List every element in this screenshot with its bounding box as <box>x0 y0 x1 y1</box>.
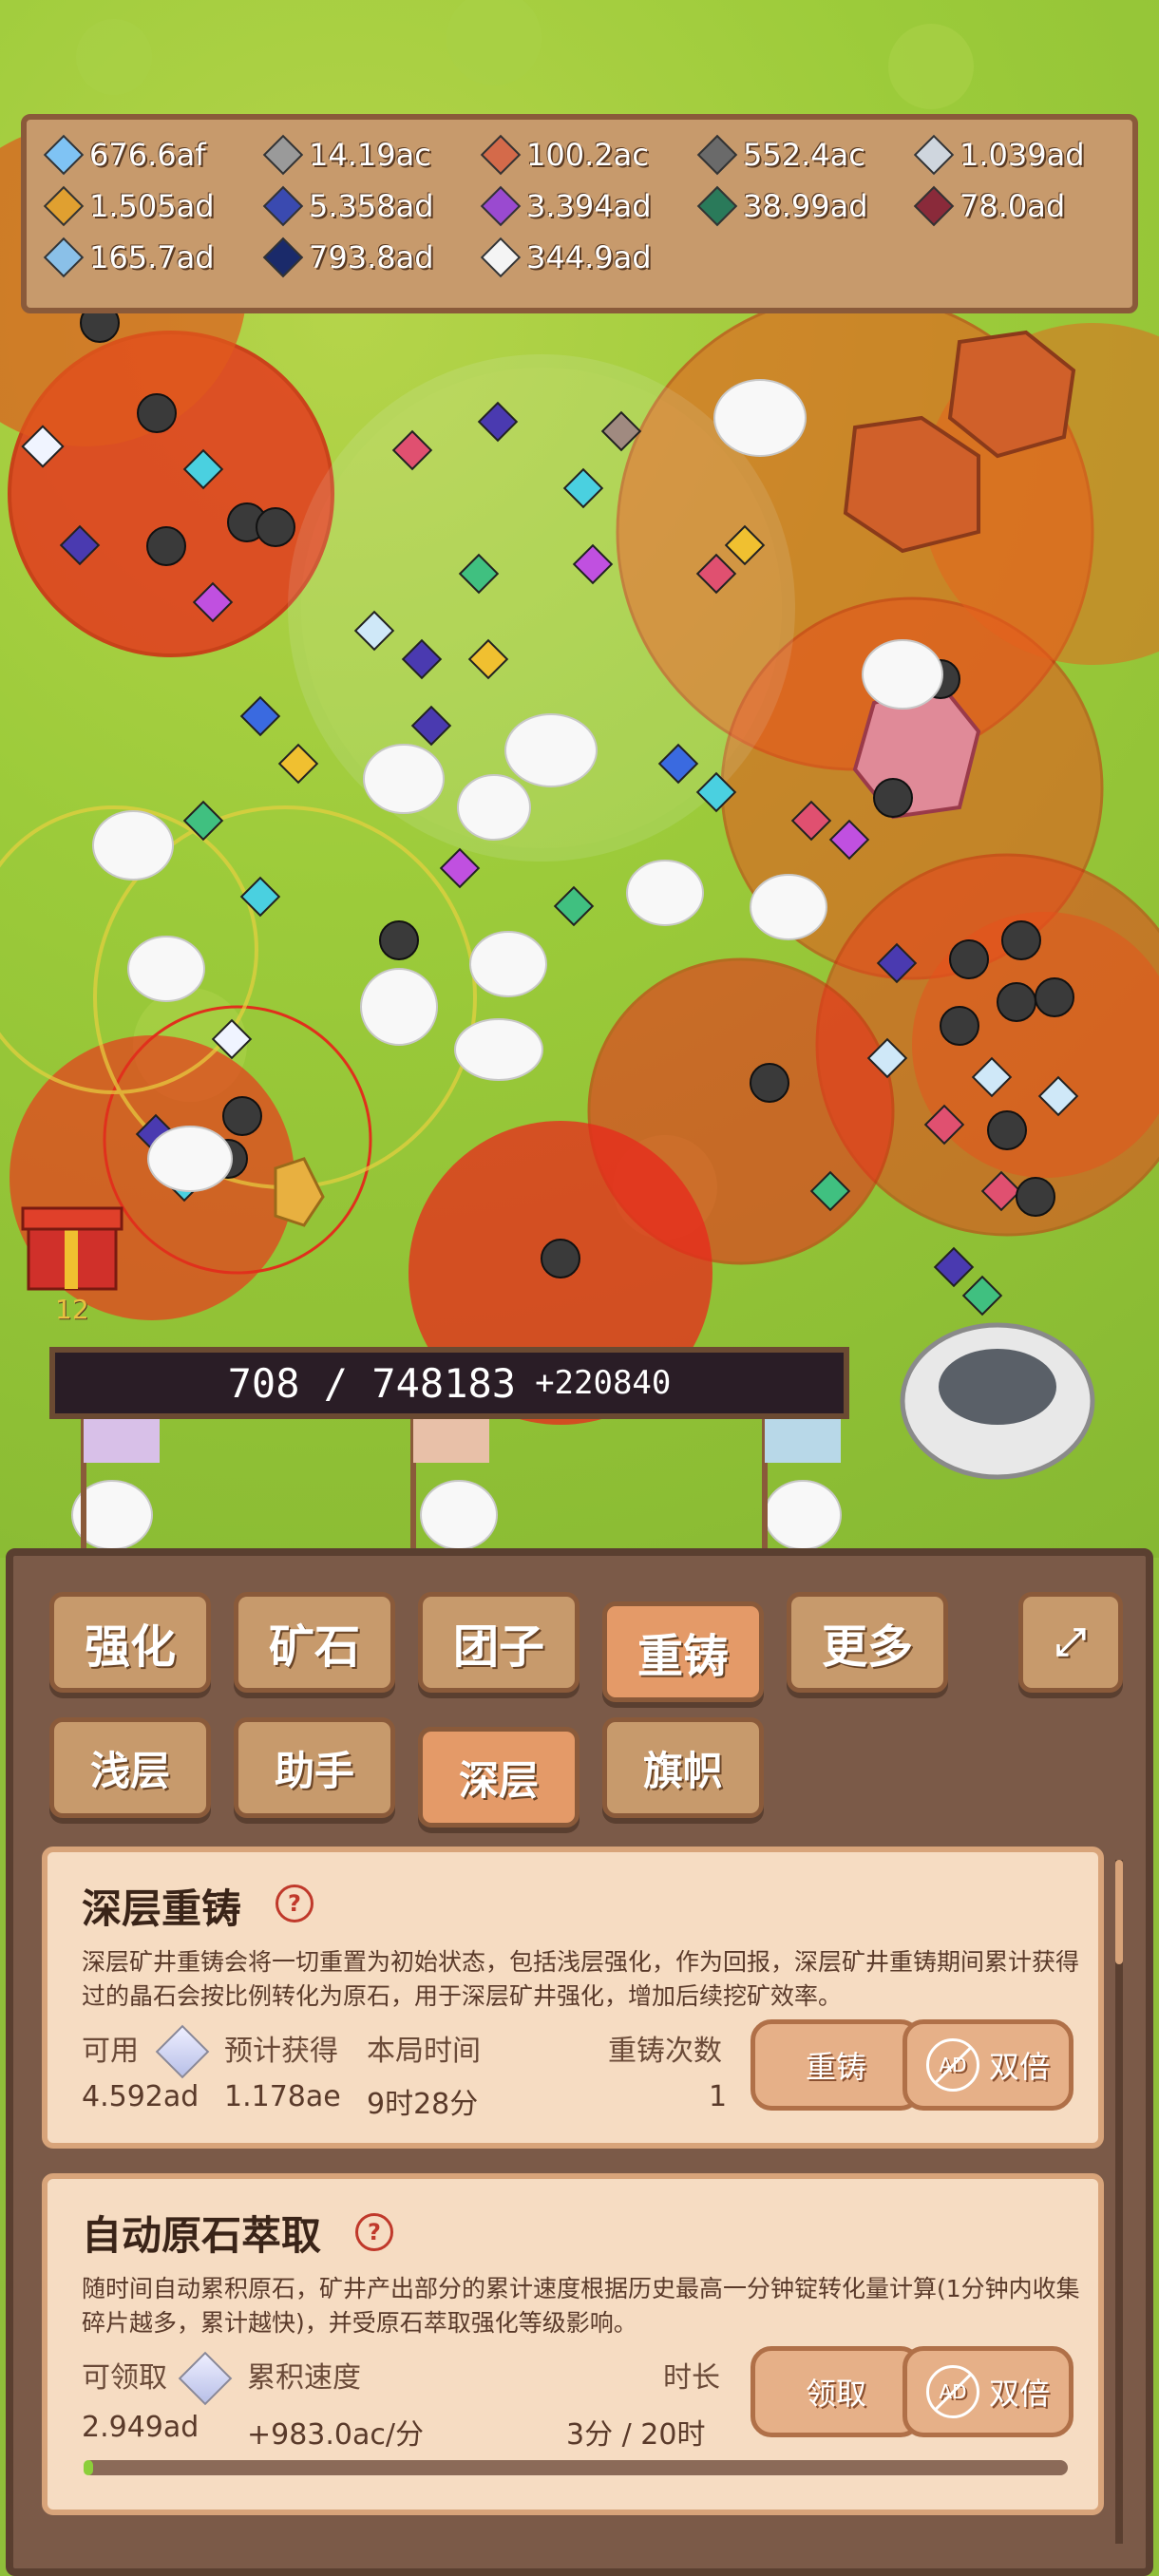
claimable-value: 2.949ad <box>82 2411 200 2444</box>
sapphire-ingot-icon <box>262 237 304 278</box>
resource-item: 5.358ad <box>262 185 434 227</box>
extract-progress-bar <box>84 2460 1068 2475</box>
resource-item: 1.505ad <box>43 185 215 227</box>
emerald-ingot-icon <box>696 185 738 227</box>
blue-crystal-icon <box>43 134 85 176</box>
resource-item: 1.039ad <box>913 134 1085 176</box>
resource-item: 793.8ad <box>262 237 434 278</box>
fullscreen-icon[interactable]: ⤢ <box>1018 1592 1123 1693</box>
available-label: 可用 <box>82 2035 139 2068</box>
raw-stone-icon <box>178 2351 233 2406</box>
card-description: 深层矿井重铸会将一切重置为初始状态，包括浅层强化，作为回报，深层矿井重铸期间累计… <box>82 1948 1080 2010</box>
help-icon[interactable]: ? <box>276 1885 314 1923</box>
resource-item: 78.0ad <box>913 185 1065 227</box>
amethyst-icon <box>480 185 522 227</box>
resource-item: 14.19ac <box>262 134 431 176</box>
resource-panel: 676.6af 14.19ac 100.2ac 552.4ac 1.039ad … <box>21 114 1138 313</box>
silver-ingot-icon <box>913 134 955 176</box>
ad-icon: AD <box>925 2365 979 2418</box>
expected-value: 1.178ae <box>224 2080 341 2113</box>
tab-more[interactable]: 更多 <box>787 1592 948 1693</box>
ruby-ingot-icon <box>913 185 955 227</box>
card-title: 深层重铸 <box>82 1885 242 1932</box>
subtab-shallow[interactable]: 浅层 <box>49 1717 211 1818</box>
card-title: 自动原石萃取 <box>82 2212 322 2259</box>
depth-progress-bar: 708 / 748183 +220840 <box>49 1347 849 1419</box>
round-time-value: 9时28分 <box>367 2088 479 2121</box>
claim-button[interactable]: 领取 <box>750 2346 922 2437</box>
depth-progress-increment: +220840 <box>535 1364 672 1402</box>
ice-ingot-icon <box>43 237 85 278</box>
game-field[interactable]: 676.6af 14.19ac 100.2ac 552.4ac 1.039ad … <box>0 0 1159 1558</box>
available-value: 4.592ad <box>82 2080 200 2113</box>
ad-icon: AD <box>925 2038 979 2092</box>
duration-value: 3分 / 20时 <box>566 2418 706 2452</box>
double-claim-button[interactable]: AD 双倍 <box>902 2346 1074 2437</box>
cobalt-ingot-icon <box>262 185 304 227</box>
gold-ingot-icon <box>43 185 85 227</box>
claimable-label: 可领取 <box>82 2361 167 2395</box>
round-time-label: 本局时间 <box>367 2035 481 2068</box>
duration-label: 时长 <box>663 2361 720 2395</box>
resource-item: 552.4ac <box>696 134 865 176</box>
depth-progress-value: 708 / 748183 <box>227 1359 517 1407</box>
subtab-deep[interactable]: 深层 <box>418 1727 580 1828</box>
white-crystal-icon <box>480 237 522 278</box>
resource-item: 100.2ac <box>480 134 649 176</box>
gift-box[interactable] <box>23 1206 122 1292</box>
subtab-banner[interactable]: 旗帜 <box>602 1717 764 1818</box>
recast-count-label: 重铸次数 <box>608 2035 722 2068</box>
raw-stone-icon <box>155 2024 210 2079</box>
well[interactable] <box>902 1325 1092 1477</box>
tab-recast[interactable]: 重铸 <box>602 1601 764 1702</box>
tab-enhance[interactable]: 强化 <box>49 1592 211 1693</box>
deep-recast-card: 深层重铸 ? 深层矿井重铸会将一切重置为初始状态，包括浅层强化，作为回报，深层矿… <box>42 1847 1104 2149</box>
resource-item: 344.9ad <box>480 237 652 278</box>
resource-item: 3.394ad <box>480 185 652 227</box>
recast-count-value: 1 <box>709 2080 728 2113</box>
help-icon[interactable]: ? <box>355 2213 393 2251</box>
steel-ingot-icon <box>696 134 738 176</box>
tab-dango[interactable]: 团子 <box>418 1592 580 1693</box>
double-recast-button[interactable]: AD 双倍 <box>902 2019 1074 2111</box>
iron-ingot-icon <box>262 134 304 176</box>
resource-item: 165.7ad <box>43 237 215 278</box>
gift-count: 12 <box>55 1294 89 1325</box>
scrollbar-thumb[interactable] <box>1115 1860 1123 1964</box>
speed-label: 累积速度 <box>247 2361 361 2395</box>
copper-ingot-icon <box>480 134 522 176</box>
resource-item: 38.99ad <box>696 185 868 227</box>
expected-label: 预计获得 <box>224 2035 338 2068</box>
resource-item: 676.6af <box>43 134 205 176</box>
card-description: 随时间自动累积原石，矿井产出部分的累计速度根据历史最高一分钟锭转化量计算(1分钟… <box>82 2275 1080 2337</box>
speed-value: +983.0ac/分 <box>247 2418 425 2452</box>
tab-ore[interactable]: 矿石 <box>234 1592 395 1693</box>
extract-progress-fill <box>84 2460 94 2475</box>
recast-button[interactable]: 重铸 <box>750 2019 922 2111</box>
subtab-helper[interactable]: 助手 <box>234 1717 395 1818</box>
